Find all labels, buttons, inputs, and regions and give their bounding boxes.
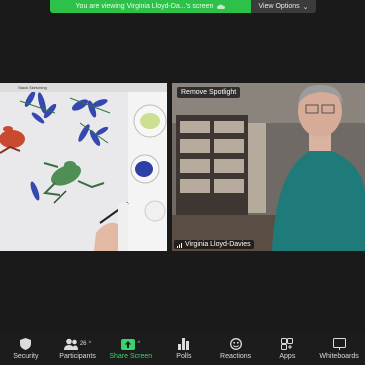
- reactions-button[interactable]: Reactions: [216, 338, 256, 360]
- participants-icon: [63, 338, 78, 350]
- screen-share-banner: You are viewing Virginia Lloyd-Da...'s s…: [50, 0, 316, 13]
- polls-button[interactable]: Polls: [164, 338, 204, 360]
- share-screen-label: Share Screen: [109, 353, 153, 360]
- speaker-video-tile[interactable]: Remove Spotlight Virginia Lloyd-Davies: [172, 83, 365, 251]
- share-screen-caret-icon[interactable]: ^: [137, 341, 140, 347]
- shield-icon: [20, 338, 32, 350]
- cloud-icon[interactable]: [217, 4, 226, 10]
- whiteboard-icon: [332, 338, 346, 350]
- apps-button[interactable]: Apps: [267, 338, 307, 360]
- share-screen-button[interactable]: ^ Share Screen: [109, 338, 152, 360]
- polls-icon: [178, 338, 190, 350]
- speaker-video: [172, 83, 365, 251]
- participant-name: Virginia Lloyd-Davies: [185, 241, 251, 248]
- share-screen-icon: [121, 338, 136, 350]
- signal-bars-icon: [177, 242, 182, 248]
- whiteboards-button[interactable]: Whiteboards: [319, 338, 359, 360]
- view-options-button[interactable]: View Options ⌄: [251, 0, 316, 13]
- viewing-text: You are viewing Virginia Lloyd-Da...'s s…: [75, 3, 214, 10]
- meeting-toolbar: Security 26 ^ Participants ^ Share Scree…: [0, 333, 365, 365]
- participant-name-label: Virginia Lloyd-Davies: [174, 240, 254, 249]
- whiteboards-label: Whiteboards: [319, 353, 359, 360]
- shared-screen-tile[interactable]: Stack Sketching: [0, 83, 167, 251]
- security-label: Security: [13, 353, 39, 360]
- participant-count: 26: [79, 341, 87, 347]
- shared-drawing: [0, 91, 167, 251]
- reactions-icon: [229, 338, 242, 350]
- security-button[interactable]: Security: [6, 338, 46, 360]
- polls-label: Polls: [176, 353, 192, 360]
- shared-window-title: Stack Sketching: [0, 83, 167, 92]
- view-options-label: View Options: [258, 3, 300, 10]
- participants-caret-icon[interactable]: ^: [89, 341, 92, 347]
- participants-label: Participants: [59, 353, 96, 360]
- viewing-indicator: You are viewing Virginia Lloyd-Da...'s s…: [50, 0, 251, 13]
- reactions-label: Reactions: [220, 353, 252, 360]
- apps-label: Apps: [279, 353, 296, 360]
- participants-button[interactable]: 26 ^ Participants: [58, 338, 98, 360]
- remove-spotlight-button[interactable]: Remove Spotlight: [177, 87, 241, 98]
- apps-icon: [281, 338, 294, 350]
- chevron-down-icon: ⌄: [302, 3, 309, 11]
